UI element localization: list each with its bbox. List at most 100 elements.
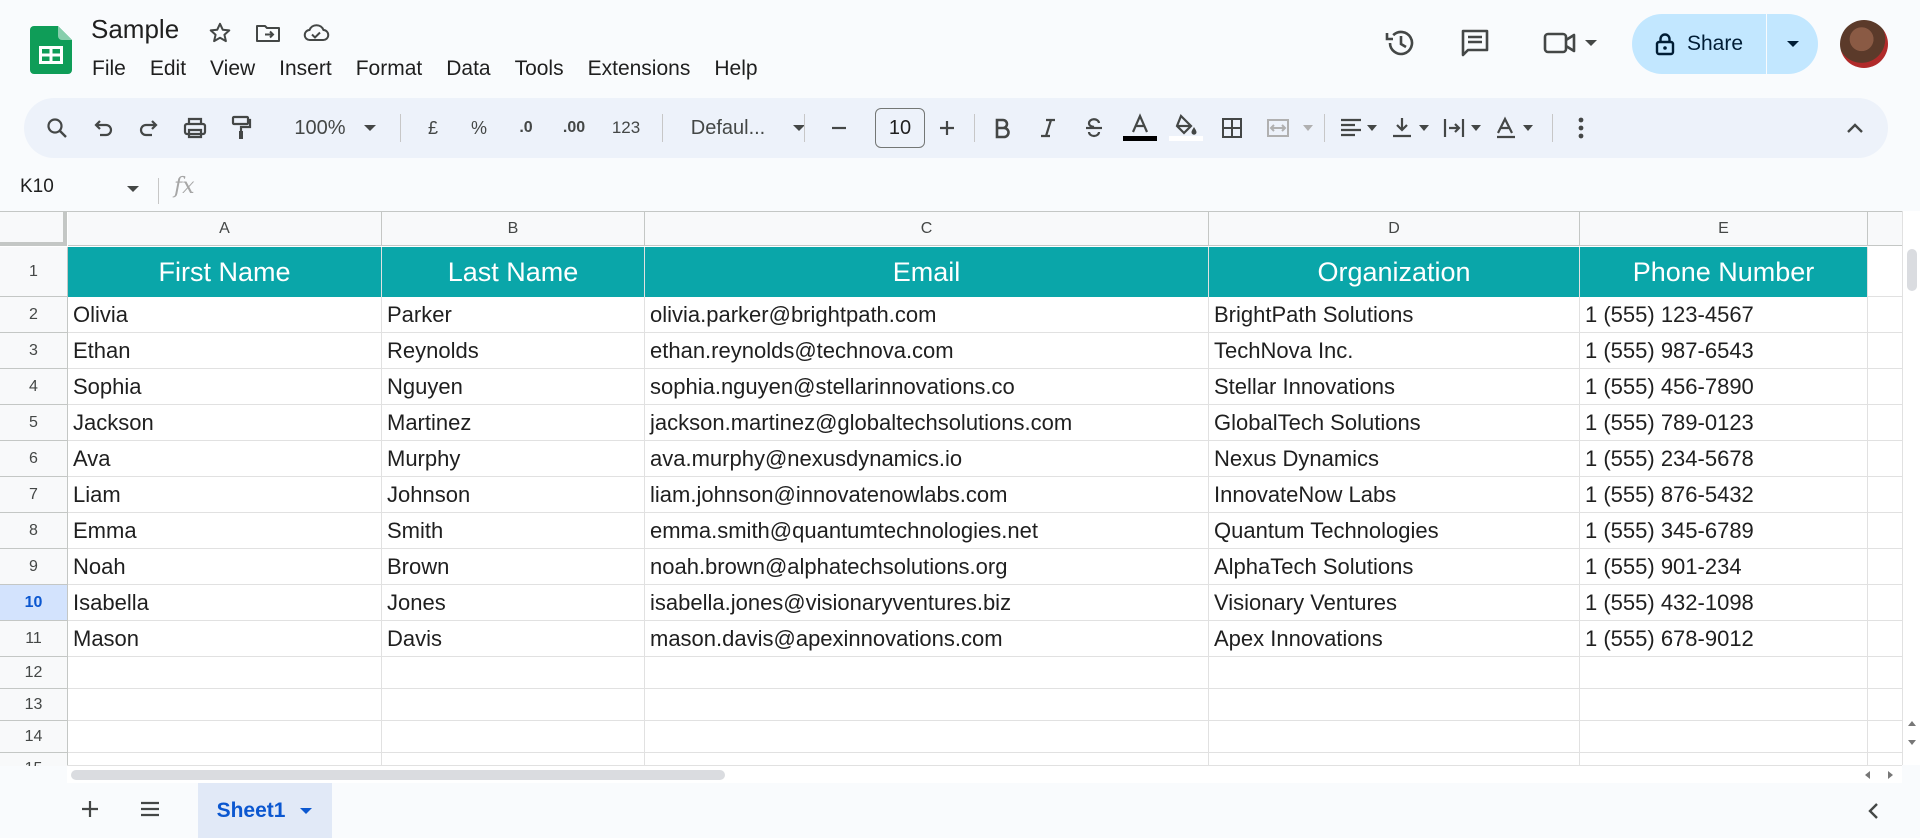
row-header-10[interactable]: 10 [0, 585, 68, 621]
table-cell[interactable] [1209, 721, 1580, 753]
table-cell[interactable] [1868, 549, 1902, 585]
table-cell[interactable] [1580, 721, 1868, 753]
table-cell[interactable]: BrightPath Solutions [1209, 297, 1580, 333]
table-cell[interactable] [1868, 657, 1902, 689]
table-cell[interactable]: 1 (555) 876-5432 [1580, 477, 1868, 513]
scroll-right-icon[interactable] [1887, 770, 1895, 780]
row-header-15[interactable]: 15 [0, 753, 68, 766]
menu-edit[interactable]: Edit [138, 54, 198, 84]
header-cell[interactable]: Email [645, 247, 1209, 297]
document-title[interactable]: Sample [91, 14, 179, 45]
table-cell[interactable] [1580, 657, 1868, 689]
table-cell[interactable]: jackson.martinez@globaltechsolutions.com [645, 405, 1209, 441]
menu-tools[interactable]: Tools [503, 54, 576, 84]
menu-insert[interactable]: Insert [267, 54, 344, 84]
table-cell[interactable]: InnovateNow Labs [1209, 477, 1580, 513]
sheets-logo-icon[interactable] [30, 26, 72, 74]
menu-view[interactable]: View [198, 54, 267, 84]
chevron-down-icon[interactable] [126, 184, 140, 194]
table-cell[interactable]: Brown [382, 549, 645, 585]
increase-font-size-icon[interactable] [930, 98, 964, 158]
table-cell[interactable] [1868, 297, 1902, 333]
table-cell[interactable]: 1 (555) 456-7890 [1580, 369, 1868, 405]
side-panel-toggle-icon[interactable] [1866, 801, 1880, 821]
sheet-tab-sheet1[interactable]: Sheet1 [198, 783, 332, 838]
paint-format-icon[interactable] [224, 98, 258, 158]
table-cell[interactable]: 1 (555) 432-1098 [1580, 585, 1868, 621]
vertical-scrollbar[interactable] [1902, 211, 1920, 765]
table-cell[interactable]: Jackson [68, 405, 382, 441]
table-cell[interactable] [1868, 477, 1902, 513]
table-cell[interactable]: Nexus Dynamics [1209, 441, 1580, 477]
row-header-4[interactable]: 4 [0, 369, 68, 405]
table-cell[interactable] [1209, 657, 1580, 689]
move-folder-icon[interactable] [253, 18, 283, 48]
share-button[interactable]: Share [1632, 14, 1766, 74]
zoom-select[interactable]: 100% [286, 98, 354, 158]
table-cell[interactable]: Quantum Technologies [1209, 513, 1580, 549]
add-sheet-icon[interactable] [78, 797, 102, 821]
table-cell[interactable] [1868, 621, 1902, 657]
row-header-14[interactable]: 14 [0, 721, 68, 753]
table-cell[interactable]: 1 (555) 234-5678 [1580, 441, 1868, 477]
table-cell[interactable] [1868, 721, 1902, 753]
column-header-a[interactable]: A [68, 212, 382, 246]
table-cell[interactable]: Noah [68, 549, 382, 585]
row-header-6[interactable]: 6 [0, 441, 68, 477]
row-header-3[interactable]: 3 [0, 333, 68, 369]
table-cell[interactable] [1868, 247, 1902, 297]
table-cell[interactable]: 1 (555) 987-6543 [1580, 333, 1868, 369]
decrease-font-size-icon[interactable] [822, 98, 856, 158]
header-cell[interactable]: Organization [1209, 247, 1580, 297]
chevron-down-icon[interactable] [299, 806, 313, 816]
table-cell[interactable] [68, 721, 382, 753]
percent-format-button[interactable]: % [462, 98, 496, 158]
table-cell[interactable]: ava.murphy@nexusdynamics.io [645, 441, 1209, 477]
select-all-corner[interactable] [0, 212, 67, 246]
menu-format[interactable]: Format [344, 54, 435, 84]
name-box[interactable]: K10 [20, 176, 54, 198]
table-cell[interactable]: Olivia [68, 297, 382, 333]
scroll-left-icon[interactable] [1863, 770, 1871, 780]
table-cell[interactable]: Reynolds [382, 333, 645, 369]
currency-format-button[interactable]: £ [416, 98, 450, 158]
table-cell[interactable] [382, 657, 645, 689]
table-cell[interactable]: liam.johnson@innovatenowlabs.com [645, 477, 1209, 513]
row-header-12[interactable]: 12 [0, 657, 68, 689]
font-size-input[interactable]: 10 [875, 108, 925, 148]
row-header-5[interactable]: 5 [0, 405, 68, 441]
menu-file[interactable]: File [80, 54, 138, 84]
fill-color-icon[interactable] [1166, 98, 1206, 158]
table-cell[interactable] [1868, 333, 1902, 369]
row-header-2[interactable]: 2 [0, 297, 68, 333]
table-cell[interactable]: GlobalTech Solutions [1209, 405, 1580, 441]
table-cell[interactable]: Martinez [382, 405, 645, 441]
table-cell[interactable] [645, 721, 1209, 753]
star-icon[interactable] [205, 18, 235, 48]
row-header-7[interactable]: 7 [0, 477, 68, 513]
undo-icon[interactable] [86, 98, 120, 158]
vertical-scroll-thumb[interactable] [1907, 249, 1917, 291]
increase-decimal-button[interactable]: .00 [554, 98, 594, 158]
row-header-9[interactable]: 9 [0, 549, 68, 585]
table-cell[interactable]: mason.davis@apexinnovations.com [645, 621, 1209, 657]
menu-data[interactable]: Data [434, 54, 502, 84]
search-icon[interactable] [40, 98, 74, 158]
more-options-icon[interactable] [1564, 98, 1598, 158]
table-cell[interactable] [1580, 689, 1868, 721]
table-cell[interactable]: AlphaTech Solutions [1209, 549, 1580, 585]
redo-icon[interactable] [132, 98, 166, 158]
table-cell[interactable]: Davis [382, 621, 645, 657]
table-cell[interactable]: olivia.parker@brightpath.com [645, 297, 1209, 333]
table-cell[interactable]: Emma [68, 513, 382, 549]
table-cell[interactable]: Stellar Innovations [1209, 369, 1580, 405]
merge-cells-icon[interactable] [1258, 98, 1298, 158]
borders-icon[interactable] [1212, 98, 1252, 158]
horizontal-align-icon[interactable] [1334, 98, 1384, 158]
table-cell[interactable] [382, 689, 645, 721]
table-cell[interactable]: Jones [382, 585, 645, 621]
number-format-button[interactable]: 123 [604, 98, 648, 158]
column-header-d[interactable]: D [1209, 212, 1580, 246]
text-wrapping-icon[interactable] [1438, 98, 1488, 158]
table-cell[interactable]: Parker [382, 297, 645, 333]
